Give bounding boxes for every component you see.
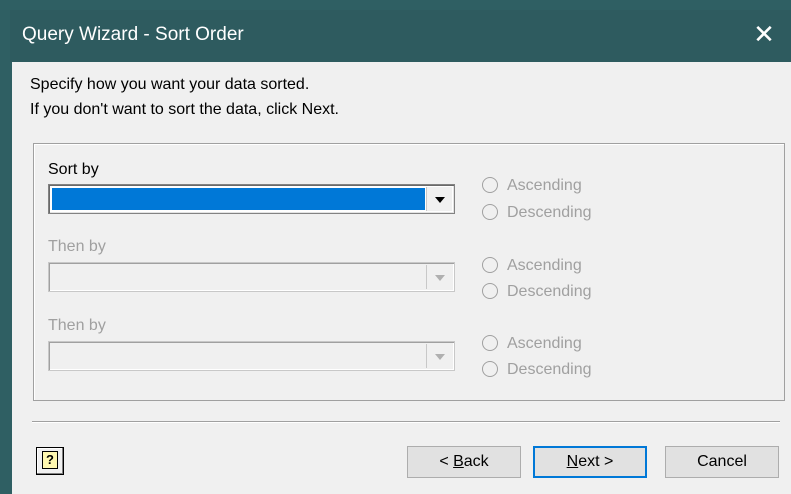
next-button-mnemonic: N — [566, 453, 579, 470]
radio-circle-icon — [482, 334, 498, 351]
sort-by-label: Sort by — [48, 161, 99, 178]
descending-label: Descending — [507, 361, 592, 378]
cancel-button[interactable]: Cancel — [665, 446, 779, 478]
ascending-label: Ascending — [507, 335, 582, 352]
descending-label: Descending — [507, 204, 592, 221]
radio-circle-icon — [482, 203, 498, 220]
then-by-1-dropdown-button[interactable] — [426, 265, 452, 289]
then-by-2-ascending-radio[interactable]: Ascending — [482, 334, 582, 353]
query-wizard-window: Query Wizard - Sort Order ✕ Specify how … — [0, 0, 791, 494]
sort-by-descending-radio[interactable]: Descending — [482, 203, 592, 222]
then-by-2-selected-value — [52, 345, 425, 367]
chevron-down-icon — [435, 354, 445, 360]
sort-by-dropdown[interactable] — [48, 184, 455, 214]
chevron-down-icon — [435, 197, 445, 203]
next-button[interactable]: Next > — [533, 446, 647, 478]
then-by-2-dropdown[interactable] — [48, 341, 455, 371]
sort-options-group: Sort by Ascending Descending Then by Asc… — [33, 143, 785, 401]
back-button-mnemonic: B — [453, 453, 464, 470]
title-bar[interactable]: Query Wizard - Sort Order ✕ — [10, 10, 791, 62]
back-button-rest: ack — [463, 453, 489, 470]
next-button-rest: ext > — [578, 453, 614, 470]
descending-label: Descending — [507, 283, 592, 300]
radio-circle-icon — [482, 360, 498, 377]
radio-circle-icon — [482, 282, 498, 299]
sort-by-selected-value — [52, 188, 425, 210]
sort-by-ascending-radio[interactable]: Ascending — [482, 176, 582, 195]
help-button[interactable]: ? — [36, 447, 64, 475]
sort-by-dropdown-button[interactable] — [426, 187, 452, 211]
back-button-prefix: < — [439, 453, 454, 470]
separator-line — [32, 421, 780, 423]
then-by-1-selected-value — [52, 266, 425, 288]
dialog-client-area: Specify how you want your data sorted. I… — [12, 62, 791, 494]
back-button[interactable]: < Back — [407, 446, 521, 478]
radio-circle-icon — [482, 176, 498, 193]
then-by-1-descending-radio[interactable]: Descending — [482, 282, 592, 301]
intro-line-2: If you don't want to sort the data, clic… — [30, 101, 339, 118]
then-by-1-label: Then by — [48, 238, 106, 255]
intro-line-1: Specify how you want your data sorted. — [30, 76, 310, 93]
then-by-2-label: Then by — [48, 317, 106, 334]
chevron-down-icon — [435, 275, 445, 281]
ascending-label: Ascending — [507, 177, 582, 194]
close-icon[interactable]: ✕ — [747, 18, 781, 52]
then-by-2-dropdown-button[interactable] — [426, 344, 452, 368]
help-icon: ? — [42, 451, 58, 469]
ascending-label: Ascending — [507, 257, 582, 274]
then-by-2-descending-radio[interactable]: Descending — [482, 360, 592, 379]
then-by-1-dropdown[interactable] — [48, 262, 455, 292]
then-by-1-ascending-radio[interactable]: Ascending — [482, 256, 582, 275]
window-title: Query Wizard - Sort Order — [22, 24, 244, 45]
radio-circle-icon — [482, 256, 498, 273]
